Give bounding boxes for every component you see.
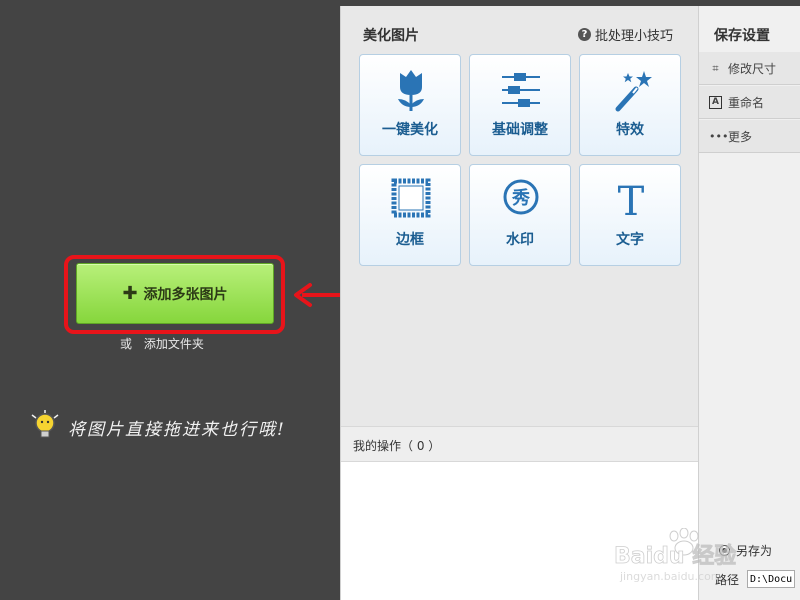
- path-input[interactable]: [747, 570, 796, 588]
- save-as-option[interactable]: 另存为: [719, 542, 772, 559]
- my-operations-list: [341, 462, 698, 600]
- magic-wand-icon: [615, 71, 652, 112]
- beautify-title: 美化图片: [363, 28, 419, 44]
- my-operations-header: 我的操作（ 0 ）: [341, 426, 698, 462]
- tool-watermark[interactable]: 秀 水印: [469, 164, 571, 266]
- svg-text:T: T: [618, 179, 645, 223]
- svg-text:秀: 秀: [511, 188, 530, 209]
- save-as-radio[interactable]: [719, 545, 730, 556]
- batch-tips-link[interactable]: ? 批处理小技巧: [577, 25, 673, 44]
- tool-label: 文字: [616, 232, 644, 248]
- add-folder-link[interactable]: 添加文件夹: [144, 337, 204, 351]
- tool-effects[interactable]: 特效: [579, 54, 681, 156]
- my-operations-label: 我的操作（ 0 ）: [353, 439, 441, 453]
- save-as-label: 另存为: [736, 544, 773, 558]
- rename-label: 重命名: [728, 95, 765, 110]
- tool-border[interactable]: 边框: [359, 164, 461, 266]
- tool-basic-adjust[interactable]: 基础调整: [469, 54, 571, 156]
- watermark-seal-icon: 秀: [503, 179, 539, 215]
- plus-icon: ✚: [122, 282, 138, 304]
- tool-label: 特效: [616, 122, 644, 138]
- help-icon: ?: [577, 28, 591, 41]
- text-t-icon: T: [618, 179, 645, 223]
- rename-item[interactable]: A 重命名: [699, 86, 800, 119]
- add-folder-row: 或 添加文件夹: [120, 335, 204, 352]
- path-row: 路径: [715, 570, 796, 588]
- add-multiple-images-button[interactable]: ✚ 添加多张图片: [76, 263, 274, 324]
- crop-icon: ⌗: [712, 61, 719, 75]
- save-settings-title: 保存设置: [714, 28, 770, 44]
- tool-text[interactable]: T 文字: [579, 164, 681, 266]
- or-text: 或: [120, 337, 133, 351]
- resize-label: 修改尺寸: [728, 61, 777, 76]
- drag-hint: 将图片直接拖进来也行哦!: [30, 410, 286, 444]
- beautify-panel: 美化图片 ? 批处理小技巧 一键美化 基础调整 特效 边框 秀 水印 T 文字 …: [340, 6, 698, 600]
- add-button-label: 添加多张图片: [143, 286, 228, 303]
- more-dots-icon: •••: [709, 129, 729, 143]
- beautify-tools-area: 美化图片 ? 批处理小技巧 一键美化 基础调整 特效 边框 秀 水印 T 文字: [341, 6, 698, 426]
- resize-item[interactable]: ⌗ 修改尺寸: [699, 52, 800, 85]
- save-settings-panel: 保存设置 ⌗ 修改尺寸 A 重命名 ••• 更多 另存为 路径: [698, 6, 800, 600]
- sliders-icon: [502, 73, 540, 107]
- tool-label: 一键美化: [382, 122, 438, 138]
- rename-a-icon: A: [709, 95, 722, 109]
- tool-label: 基础调整: [492, 122, 548, 138]
- path-label: 路径: [715, 572, 740, 587]
- tool-auto-beautify[interactable]: 一键美化: [359, 54, 461, 156]
- more-label: 更多: [728, 129, 753, 144]
- drag-hint-text: 将图片直接拖进来也行哦!: [68, 419, 286, 440]
- frame-icon: [391, 178, 431, 218]
- tool-label: 水印: [506, 232, 534, 248]
- more-item[interactable]: ••• 更多: [699, 120, 800, 153]
- tulip-icon: [398, 70, 424, 111]
- batch-tips-label: 批处理小技巧: [594, 29, 673, 44]
- lightbulb-icon: [31, 410, 59, 438]
- tool-label: 边框: [396, 232, 424, 248]
